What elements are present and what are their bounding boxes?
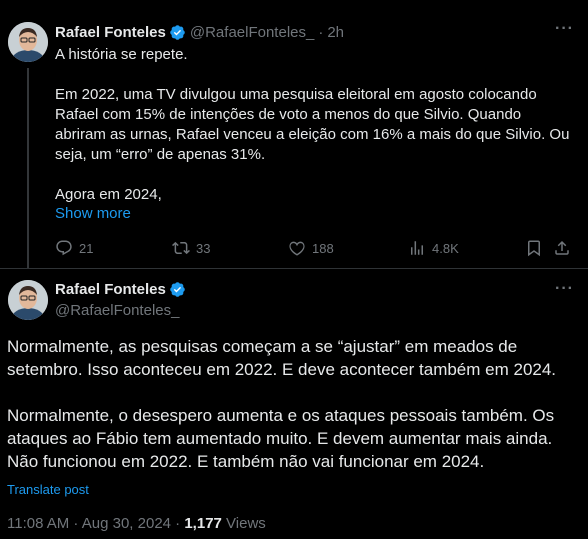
translate-post-link[interactable]: Translate post — [7, 482, 89, 497]
verified-badge-icon — [170, 282, 185, 297]
tweet1-header: Rafael Fonteles @RafaelFonteles_ · 2h — [55, 24, 344, 41]
share-button[interactable] — [553, 239, 577, 257]
more-options-button[interactable]: ··· — [555, 280, 574, 298]
views-icon — [411, 241, 423, 255]
repost-count: 33 — [196, 240, 211, 256]
views-count: 1,177 — [184, 515, 222, 532]
divider — [0, 268, 588, 269]
verified-badge-icon — [170, 25, 185, 40]
reply-icon — [56, 240, 72, 256]
thread-line — [27, 68, 29, 268]
like-button[interactable]: 188 — [288, 239, 334, 257]
author-name[interactable]: Rafael Fonteles — [55, 24, 166, 41]
bookmark-icon — [528, 240, 540, 257]
tweet-paragraph: Normalmente, as pesquisas começam a se “… — [7, 337, 557, 379]
tweet-meta: 11:08 AM · Aug 30, 2024 · 1,177 Views — [7, 515, 266, 532]
tweet2-text: Normalmente, as pesquisas começam a se “… — [7, 335, 582, 473]
avatar-image — [8, 280, 48, 320]
tweet1-text: A história se repete. Em 2022, uma TV di… — [55, 45, 575, 205]
tweet2-header: Rafael Fonteles — [55, 281, 190, 298]
show-more-link[interactable]: Show more — [55, 205, 131, 222]
tweet-paragraph: Agora em 2024, — [55, 186, 162, 203]
avatar-image — [8, 22, 48, 62]
more-options-button[interactable]: ··· — [555, 20, 574, 38]
reply-button[interactable]: 21 — [55, 239, 93, 257]
author-handle[interactable]: @RafaelFonteles_ — [190, 24, 314, 41]
repost-button[interactable]: 33 — [172, 239, 210, 257]
avatar[interactable] — [8, 280, 48, 320]
tweet-actions-bar: 21 33 188 4.8K — [55, 236, 575, 260]
author-handle[interactable]: @RafaelFonteles_ — [55, 302, 179, 319]
views-count: 4.8K — [432, 240, 459, 256]
views-button[interactable]: 4.8K — [408, 239, 459, 257]
timestamp[interactable]: 11:08 AM · Aug 30, 2024 · — [7, 515, 184, 532]
tweet-paragraph: Normalmente, o desespero aumenta e os at… — [7, 406, 555, 471]
views-label: Views — [221, 515, 266, 532]
reply-count: 21 — [79, 240, 94, 256]
author-name[interactable]: Rafael Fonteles — [55, 281, 166, 298]
like-count: 188 — [312, 240, 334, 256]
tweet-paragraph: Em 2022, uma TV divulgou uma pesquisa el… — [55, 86, 570, 163]
like-icon — [289, 241, 305, 256]
repost-icon — [172, 241, 190, 255]
tweet-paragraph: A história se repete. — [55, 46, 188, 63]
bookmark-button[interactable] — [525, 239, 549, 257]
separator-dot: · — [318, 24, 324, 41]
tweet-time[interactable]: 2h — [327, 24, 344, 41]
avatar[interactable] — [8, 22, 48, 62]
share-icon — [555, 240, 569, 255]
